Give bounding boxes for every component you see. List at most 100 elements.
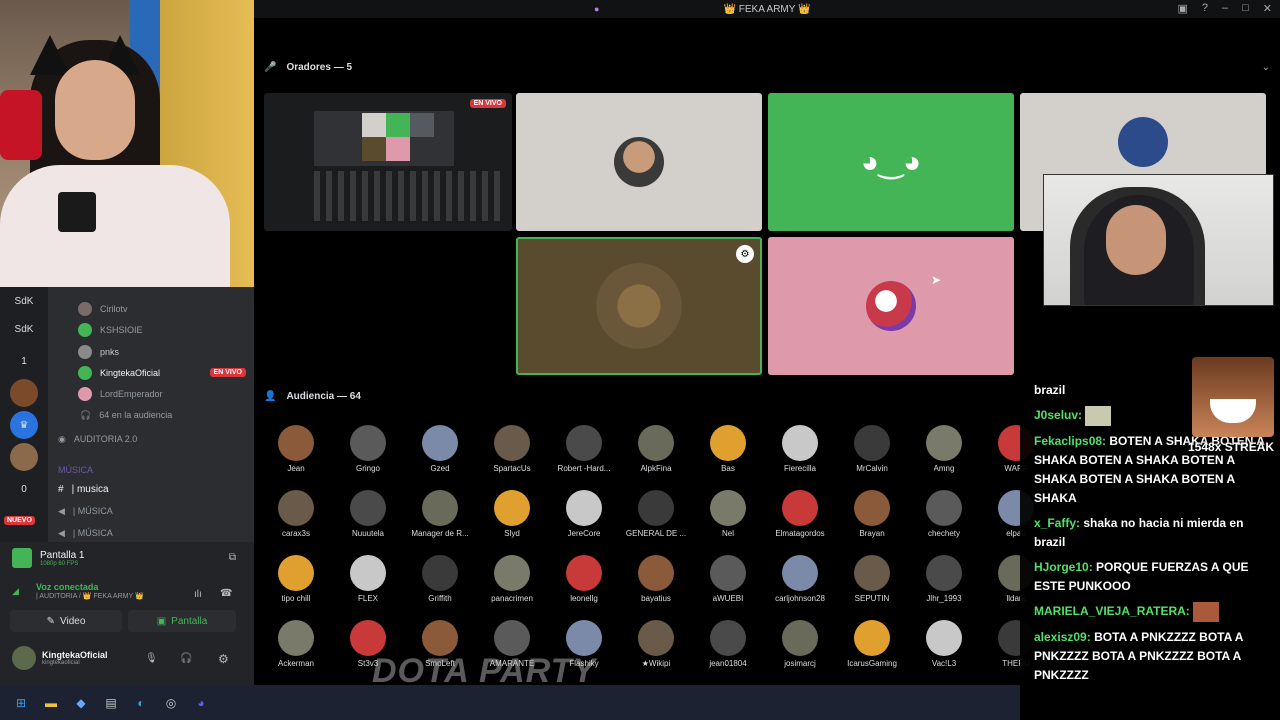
audience-member[interactable]: IcarusGaming: [840, 620, 904, 668]
audience-member[interactable]: AlpkFina: [624, 425, 688, 473]
file-explorer-icon[interactable]: ▬: [42, 694, 60, 712]
chevron-down-icon[interactable]: ⌄: [1262, 62, 1270, 73]
server-icon[interactable]: SdK: [10, 287, 38, 315]
audience-member[interactable]: Fierecilla: [768, 425, 832, 473]
popout-icon[interactable]: ⧉: [229, 552, 236, 563]
avatar: [278, 490, 314, 526]
audience-member[interactable]: carljohnson28: [768, 555, 832, 603]
member-item[interactable]: pnks: [78, 342, 119, 362]
audience-member[interactable]: FLEX: [336, 555, 400, 603]
maximize-button[interactable]: □: [1242, 2, 1249, 15]
avatar: [854, 490, 890, 526]
avatar: [566, 555, 602, 591]
audience-member[interactable]: Manager de R...: [408, 490, 472, 538]
speaker-tile[interactable]: [516, 93, 762, 231]
audience-member[interactable]: Jlhr_1993: [912, 555, 976, 603]
audience-member[interactable]: Nuuutela: [336, 490, 400, 538]
speaker-tile[interactable]: ◕‿◕: [768, 93, 1014, 231]
server-icon[interactable]: 1: [10, 347, 38, 375]
member-item[interactable]: Cirilotv: [78, 299, 128, 319]
discord-icon[interactable]: ◕: [192, 694, 210, 712]
audience-member[interactable]: panacrimen: [480, 555, 544, 603]
avatar: [854, 620, 890, 656]
mic-icon[interactable]: 🎙: [145, 653, 158, 664]
audience-member-name: Amng: [933, 464, 955, 473]
inbox-icon[interactable]: ▣: [1177, 2, 1187, 15]
audience-member[interactable]: Gzed: [408, 425, 472, 473]
speaker-tile[interactable]: ⚙: [516, 237, 762, 375]
audience-member[interactable]: Robert -Hard...: [552, 425, 616, 473]
audience-member[interactable]: bayatius: [624, 555, 688, 603]
audience-member[interactable]: tipo chill: [264, 555, 328, 603]
member-item[interactable]: LordEmperador: [78, 384, 163, 404]
settings-gear-icon[interactable]: ⚙: [218, 652, 229, 666]
audience-member[interactable]: Amng: [912, 425, 976, 473]
notepad-icon[interactable]: ▤: [102, 694, 120, 712]
channel-category[interactable]: MÚSICA: [58, 460, 93, 480]
audience-member[interactable]: leonellg: [552, 555, 616, 603]
headphones-icon[interactable]: 🎧: [180, 653, 192, 664]
audience-member[interactable]: Ackerman: [264, 620, 328, 668]
help-icon[interactable]: ?: [1202, 2, 1208, 15]
audience-member[interactable]: GENERAL DE ...: [624, 490, 688, 538]
noise-suppression-icon[interactable]: ılı: [194, 589, 202, 600]
audience-member[interactable]: SEPUTIN: [840, 555, 904, 603]
avatar: [566, 620, 602, 656]
steam-icon[interactable]: ◆: [72, 694, 90, 712]
settings-gear-icon[interactable]: ⚙: [736, 245, 754, 263]
audience-member[interactable]: SpartacUs: [480, 425, 544, 473]
close-button[interactable]: ✕: [1263, 2, 1272, 15]
channel-item[interactable]: ◉ AUDITORIA 2.0: [58, 429, 137, 449]
chat-message: MARIELA_VIEJA_RATERA:: [1034, 602, 1270, 622]
channel-list: Cirilotv KSHSIOIE pnks KingtekaOficial E…: [48, 287, 254, 542]
crown-server-icon[interactable]: ♛: [10, 411, 38, 439]
audience-member[interactable]: Vac!L3: [912, 620, 976, 668]
audience-member[interactable]: jean01804: [696, 620, 760, 668]
emote-icon: [1193, 602, 1220, 622]
audience-member[interactable]: Nel: [696, 490, 760, 538]
video-button[interactable]: ✎ Video: [10, 610, 122, 632]
avatar: [854, 425, 890, 461]
avatar: [350, 490, 386, 526]
avatar: [782, 555, 818, 591]
server-icon[interactable]: SdK: [10, 315, 38, 343]
audience-member[interactable]: Brayan: [840, 490, 904, 538]
channel-item[interactable]: # | musica: [58, 479, 109, 499]
audience-member-name: ★Wikipi: [641, 659, 671, 668]
channel-item[interactable]: ◀ | MÚSICA: [58, 523, 113, 543]
screen-share-tile[interactable]: EN VIVO: [264, 93, 512, 231]
audience-member[interactable]: Gringo: [336, 425, 400, 473]
avatar: [566, 490, 602, 526]
audience-member[interactable]: carax3s: [264, 490, 328, 538]
audience-member[interactable]: Elmatagordos: [768, 490, 832, 538]
audience-member-name: Slyd: [504, 529, 520, 538]
audience-member[interactable]: Slyd: [480, 490, 544, 538]
screen-share-button[interactable]: ▣ Pantalla: [128, 610, 236, 632]
audience-member[interactable]: josimarcj: [768, 620, 832, 668]
audience-member[interactable]: aWUEBI: [696, 555, 760, 603]
audience-member[interactable]: Griffith: [408, 555, 472, 603]
disconnect-icon[interactable]: ☎: [220, 588, 232, 599]
avatar: [782, 490, 818, 526]
microphone-icon: [0, 90, 42, 160]
audience-member[interactable]: ★Wikipi: [624, 620, 688, 668]
audience-member[interactable]: Bas: [696, 425, 760, 473]
speaker-tile[interactable]: ➤: [768, 237, 1014, 375]
person-icon: 👤: [264, 391, 277, 402]
avatar: [926, 490, 962, 526]
audience-member[interactable]: chechety: [912, 490, 976, 538]
audience-member[interactable]: Jean: [264, 425, 328, 473]
server-icon[interactable]: [10, 379, 38, 407]
obs-icon[interactable]: ◎: [162, 694, 180, 712]
audience-member[interactable]: JereCore: [552, 490, 616, 538]
audience-member[interactable]: MrCalvin: [840, 425, 904, 473]
member-item[interactable]: KSHSIOIE: [78, 320, 143, 340]
emote-icon: [1085, 406, 1112, 426]
server-icon[interactable]: 0: [10, 475, 38, 503]
minimize-button[interactable]: –: [1222, 2, 1228, 15]
channel-item[interactable]: ◀ | MÚSICA: [58, 501, 113, 521]
server-icon[interactable]: [10, 443, 38, 471]
chat-message: x_Faffy: shaka no hacia ni mierda en bra…: [1034, 516, 1244, 549]
windows-start-icon[interactable]: ⊞: [12, 694, 30, 712]
edge-browser-icon[interactable]: ◐: [132, 694, 150, 712]
